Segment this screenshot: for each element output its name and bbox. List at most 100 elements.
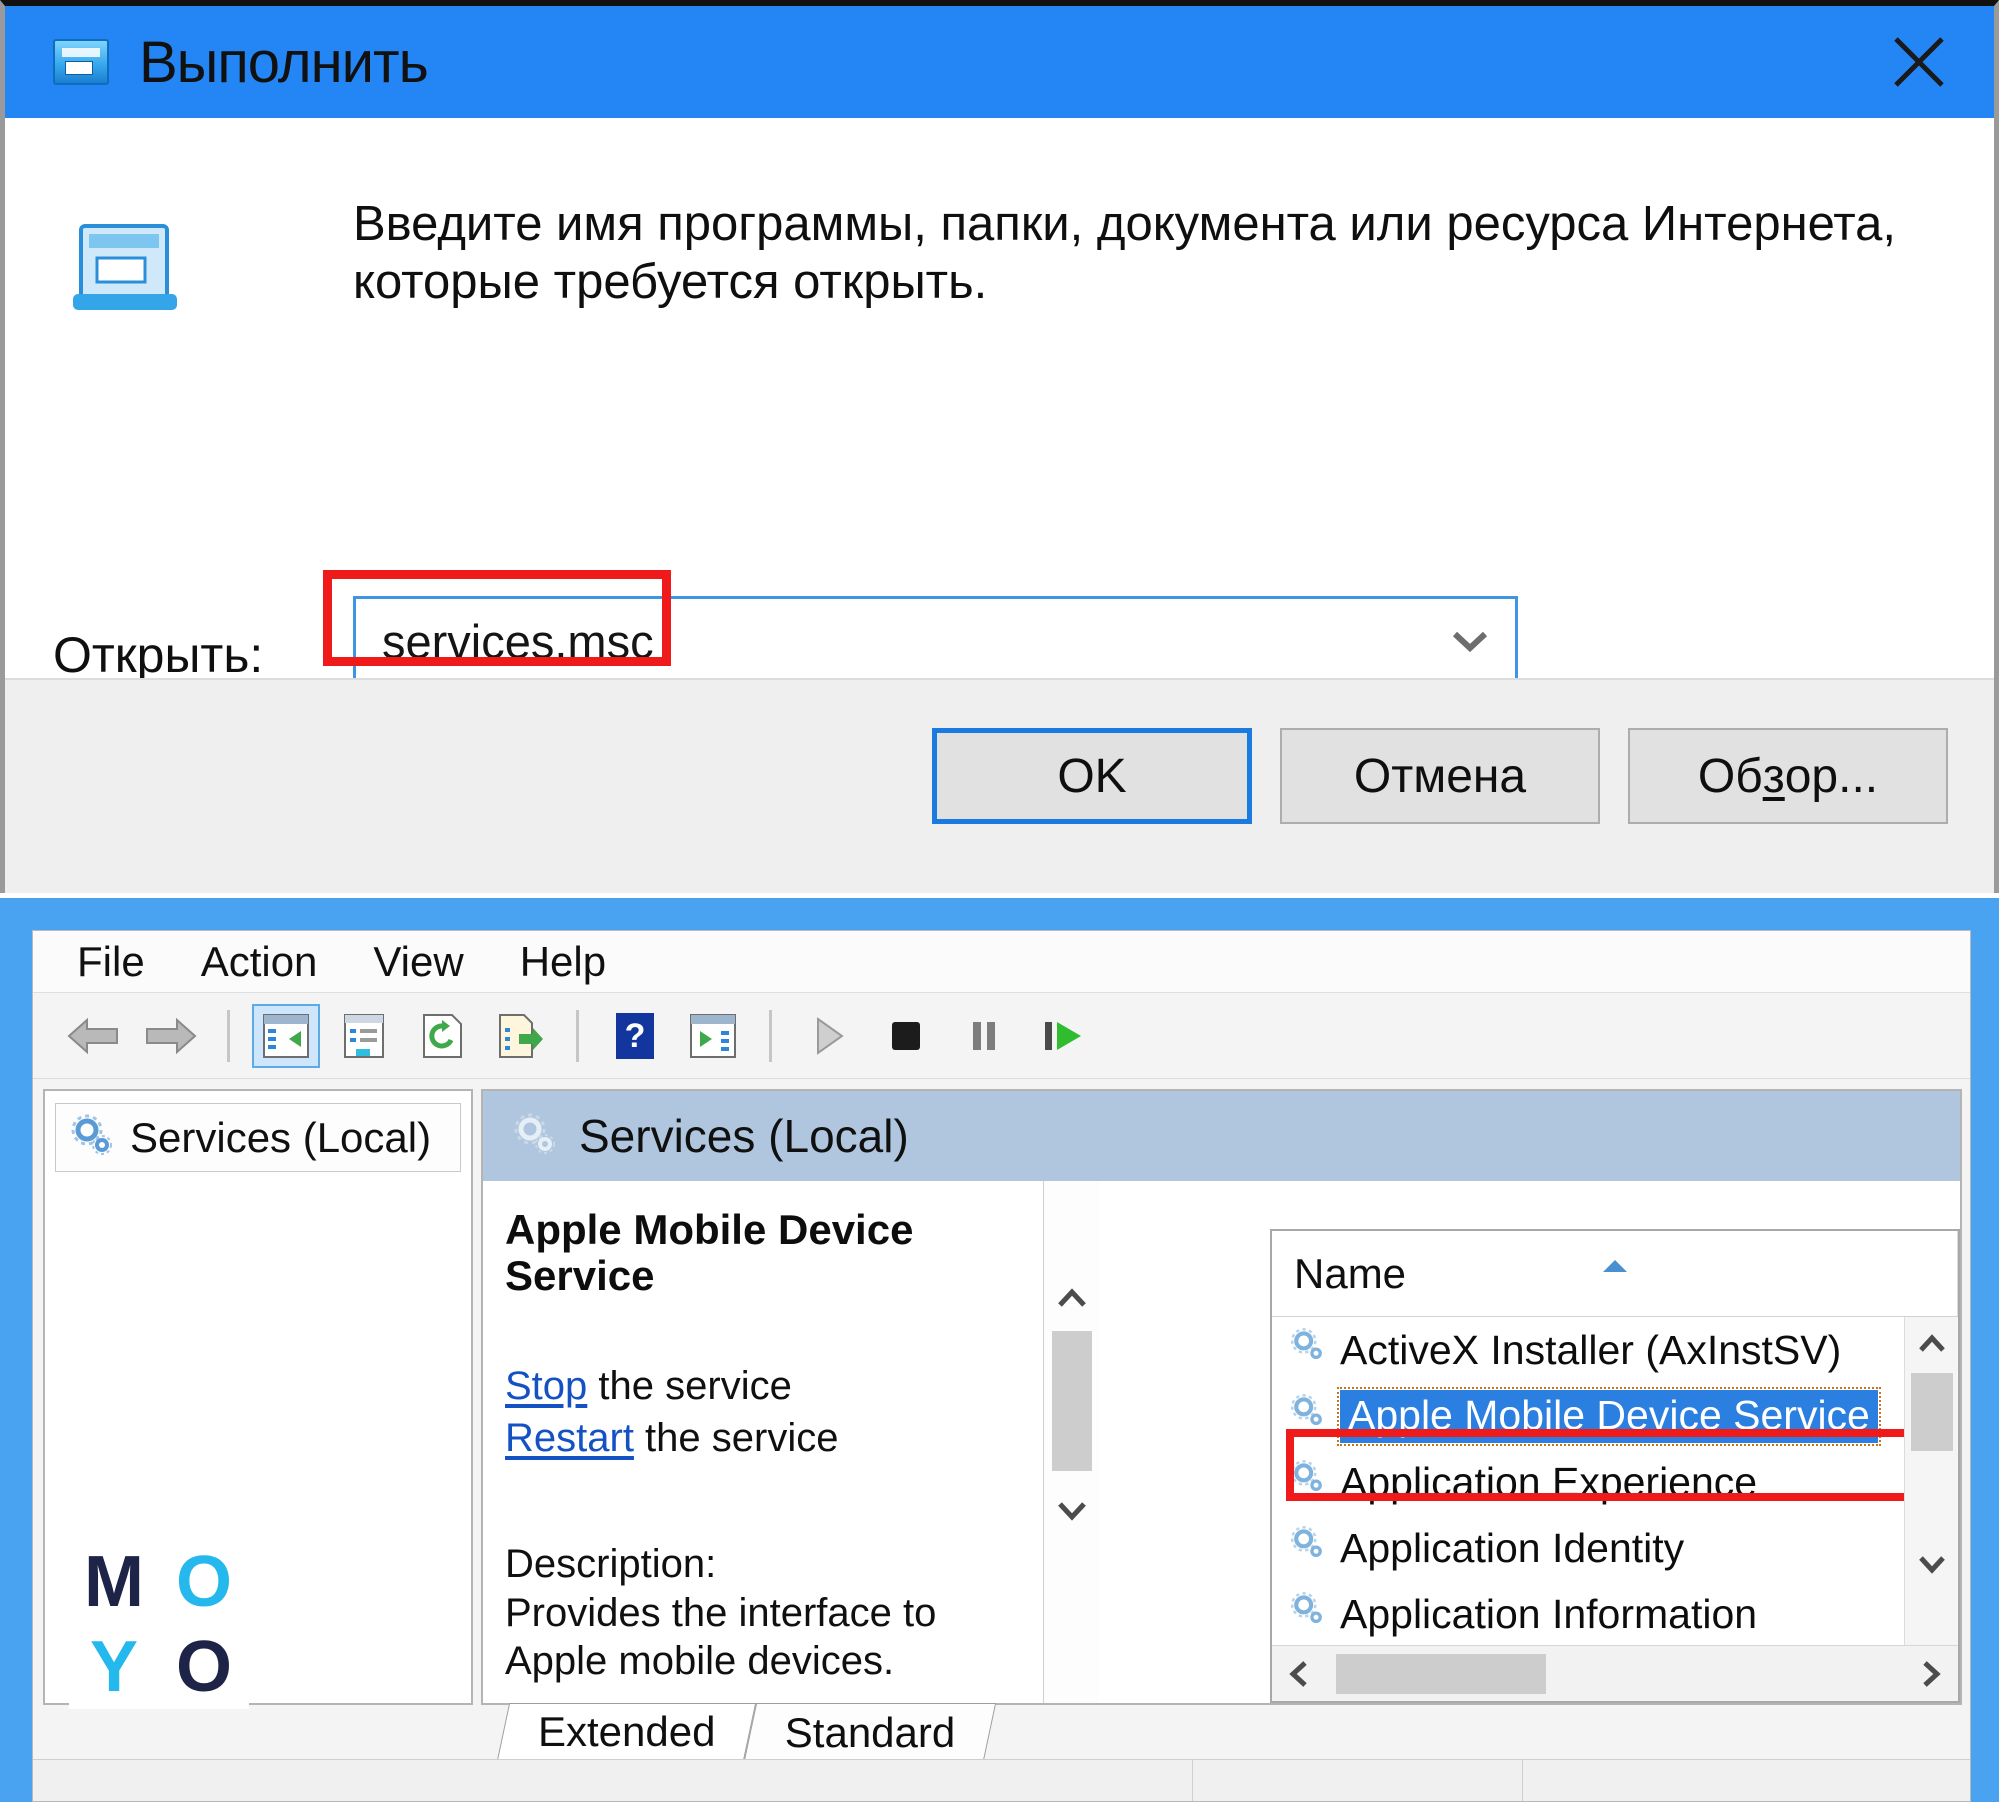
chevron-down-icon[interactable] xyxy=(1425,628,1515,654)
column-header-name[interactable]: Name xyxy=(1272,1231,1958,1316)
service-actions: Stop the service Restart the service xyxy=(505,1361,1023,1463)
gear-icon xyxy=(1288,1524,1326,1572)
refresh-icon[interactable] xyxy=(408,1004,476,1068)
list-item[interactable]: Apple Mobile Device Service xyxy=(1272,1383,1958,1449)
open-label-rest: ткрыть: xyxy=(91,627,264,683)
screenshot-root: Выполнить Введите имя программы, папки, … xyxy=(0,0,1999,1802)
run-app-icon xyxy=(53,39,109,85)
properties-icon[interactable] xyxy=(330,1004,398,1068)
close-icon[interactable] xyxy=(1884,27,1954,97)
forward-arrow-icon[interactable] xyxy=(137,1004,205,1068)
browse-button[interactable]: Об з ор... xyxy=(1628,728,1948,824)
scroll-down-icon[interactable] xyxy=(1905,1537,1958,1591)
services-list: ActiveX Installer (AxInstSV) Apple Mobil… xyxy=(1272,1317,1958,1645)
details-pane: Services (Local) Apple Mobile Device Ser… xyxy=(481,1089,1962,1705)
list-hscroll-thumb[interactable] xyxy=(1336,1654,1546,1694)
gear-icon xyxy=(1288,1590,1326,1638)
run-dialog: Выполнить Введите имя программы, папки, … xyxy=(0,0,1999,893)
menu-item-help[interactable]: Help xyxy=(514,938,612,986)
list-hscroll-track[interactable] xyxy=(1326,1646,1904,1701)
show-console-tree-icon[interactable] xyxy=(252,1003,320,1068)
details-pane-body: Apple Mobile Device Service Stop the ser… xyxy=(483,1181,1960,1703)
list-item-label: Application Experience xyxy=(1340,1458,1758,1505)
toolbar-separator xyxy=(227,1009,230,1062)
details-scroll-thumb[interactable] xyxy=(1052,1331,1092,1471)
gear-icon xyxy=(1288,1326,1326,1374)
list-item-label: Apple Mobile Device Service xyxy=(1337,1386,1881,1446)
details-scrollbar[interactable] xyxy=(1043,1181,1099,1703)
menu-item-file[interactable]: File xyxy=(71,938,151,986)
cancel-button[interactable]: Отмена xyxy=(1280,728,1600,824)
run-dialog-prompt: Введите имя программы, папки, документа … xyxy=(353,197,1897,309)
stop-service-icon[interactable] xyxy=(872,1004,940,1068)
restart-service-icon[interactable] xyxy=(1028,1004,1096,1068)
watermark-letter: O xyxy=(175,1541,232,1622)
run-dialog-buttons: OK Отмена Об з ор... xyxy=(932,728,1948,824)
scroll-up-icon[interactable] xyxy=(1044,1269,1100,1327)
gear-icon xyxy=(68,1112,114,1163)
column-header-label: Name xyxy=(1294,1249,1407,1297)
sidebar-item-services-local[interactable]: Services (Local) xyxy=(55,1103,461,1172)
list-item-label: Application Identity xyxy=(1340,1524,1685,1571)
scroll-down-icon[interactable] xyxy=(1044,1481,1100,1539)
open-combobox[interactable]: services.msc xyxy=(353,596,1518,686)
list-column-header: Name xyxy=(1272,1231,1958,1317)
back-arrow-icon[interactable] xyxy=(59,1004,127,1068)
help-icon[interactable]: ? xyxy=(601,1004,669,1068)
watermark-letter: M xyxy=(84,1541,144,1622)
list-vertical-scrollbar[interactable] xyxy=(1904,1317,1958,1645)
tab-standard-label: Standard xyxy=(785,1708,956,1756)
list-item[interactable]: Application Experience xyxy=(1272,1449,1958,1515)
list-scroll-thumb[interactable] xyxy=(1911,1373,1953,1451)
ok-button[interactable]: OK xyxy=(932,728,1252,824)
scroll-left-icon[interactable] xyxy=(1272,1646,1326,1701)
svg-text:?: ? xyxy=(625,1017,646,1055)
status-cell-secondary xyxy=(1193,1760,1523,1801)
run-program-icon xyxy=(67,220,183,316)
show-action-pane-icon[interactable] xyxy=(679,1004,747,1068)
status-cell-main xyxy=(33,1760,1193,1801)
scroll-up-icon[interactable] xyxy=(1905,1317,1958,1371)
gear-icon xyxy=(1288,1392,1326,1440)
stop-service-action: Stop the service xyxy=(505,1361,1023,1412)
description-text: Provides the interface to Apple mobile d… xyxy=(505,1590,937,1684)
list-item[interactable]: Application Identity xyxy=(1272,1515,1958,1581)
run-dialog-titlebar: Выполнить xyxy=(5,6,1994,118)
restart-service-link[interactable]: Restart xyxy=(505,1416,634,1460)
restart-service-action: Restart the service xyxy=(505,1413,1023,1464)
pause-service-icon[interactable] xyxy=(950,1004,1018,1068)
open-field-label: Открыть: xyxy=(53,626,263,684)
scroll-right-icon[interactable] xyxy=(1904,1646,1958,1701)
list-item[interactable]: ActiveX Installer (AxInstSV) xyxy=(1272,1317,1958,1383)
services-window: File Action View Help ? Services (Local)… xyxy=(0,898,1999,1802)
open-input-value[interactable]: services.msc xyxy=(356,614,1425,669)
services-window-inner: File Action View Help ? Services (Local)… xyxy=(32,930,1971,1802)
toolbar: ? xyxy=(33,993,1970,1079)
open-accel-char: О xyxy=(53,627,92,683)
service-name-heading: Apple Mobile Device Service xyxy=(505,1206,914,1300)
details-pane-header: Services (Local) xyxy=(483,1091,1960,1181)
list-horizontal-scrollbar[interactable] xyxy=(1272,1645,1958,1701)
browse-label-suffix: ор... xyxy=(1784,749,1879,803)
restart-service-text: the service xyxy=(633,1415,839,1460)
list-item[interactable]: Application Information xyxy=(1272,1581,1958,1645)
run-dialog-body: Введите имя программы, папки, документа … xyxy=(5,118,1994,686)
menu-item-view[interactable]: View xyxy=(367,938,469,986)
details-pane-title: Services (Local) xyxy=(579,1110,909,1162)
start-service-icon[interactable] xyxy=(794,1004,862,1068)
tab-extended[interactable]: Extended xyxy=(496,1703,757,1761)
list-item-label: ActiveX Installer (AxInstSV) xyxy=(1340,1326,1842,1373)
status-bar xyxy=(33,1759,1970,1801)
menu-item-action[interactable]: Action xyxy=(195,938,324,986)
stop-service-link[interactable]: Stop xyxy=(505,1364,587,1408)
moyo-watermark: M O Y O xyxy=(69,1539,249,1709)
stop-service-text: the service xyxy=(587,1364,792,1409)
sort-ascending-icon[interactable] xyxy=(1599,1237,1631,1285)
tab-extended-label: Extended xyxy=(538,1708,716,1755)
run-dialog-title: Выполнить xyxy=(139,29,429,95)
sidebar-item-label: Services (Local) xyxy=(130,1113,432,1161)
tab-standard[interactable]: Standard xyxy=(744,1703,998,1761)
gear-icon xyxy=(511,1111,557,1162)
list-item-label: Application Information xyxy=(1340,1590,1758,1637)
export-list-icon[interactable] xyxy=(486,1004,554,1068)
